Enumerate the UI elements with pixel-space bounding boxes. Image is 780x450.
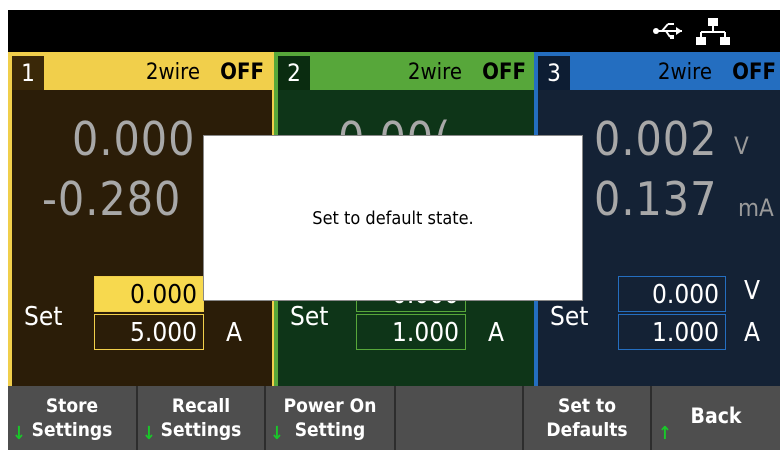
lan-icon: [696, 18, 730, 45]
current-setpoint[interactable]: 1.000: [618, 314, 726, 350]
current-unit: A: [744, 318, 760, 348]
sense-mode: 2wire: [407, 60, 462, 85]
submenu-arrow-icon: ↓: [270, 423, 284, 444]
softkey-line2: Settings: [160, 419, 242, 441]
softkey-line2: Defaults: [546, 419, 628, 441]
channel-number: 1: [12, 56, 44, 90]
submenu-arrow-icon: ↓: [12, 423, 26, 444]
voltage-setpoint[interactable]: 0.000: [94, 276, 204, 312]
back-softkey[interactable]: Back ↑: [652, 386, 780, 450]
measured-voltage: 0.002: [594, 112, 718, 166]
message-dialog: Set to default state.: [203, 135, 583, 301]
measured-voltage-unit: V: [734, 132, 749, 160]
softkey-bar: Store Settings ↓ Recall Settings ↓ Power…: [8, 386, 780, 450]
softkey-line2: Setting: [294, 419, 366, 441]
channel-1-header: 1 2wire OFF: [12, 56, 272, 90]
set-to-defaults-softkey[interactable]: Set to Defaults: [524, 386, 652, 450]
softkey-line1: Set to: [558, 395, 616, 417]
empty-softkey[interactable]: [396, 386, 524, 450]
set-label: Set: [550, 302, 589, 332]
channel-3-header: 3 2wire OFF: [538, 56, 780, 90]
softkey-line1: Store: [45, 395, 99, 417]
sense-mode: 2wire: [657, 60, 712, 85]
current-setpoint[interactable]: 5.000: [94, 314, 204, 350]
measured-voltage: 0.000: [72, 112, 196, 166]
output-state: OFF: [482, 60, 526, 85]
voltage-unit: V: [744, 276, 760, 306]
usb-icon: [653, 23, 682, 39]
instrument-screen: 1 2wire OFF 0.000 -0.280 Set 0.000 5.000…: [8, 10, 780, 450]
back-arrow-icon: ↑: [658, 423, 672, 444]
channel-number: 3: [538, 56, 570, 90]
measured-current-unit: mA: [738, 194, 774, 222]
submenu-arrow-icon: ↓: [142, 423, 156, 444]
output-state: OFF: [220, 60, 264, 85]
channel-2-header: 2 2wire OFF: [278, 56, 534, 90]
set-label: Set: [290, 302, 329, 332]
measured-current: 0.137: [594, 172, 718, 226]
status-bar: [8, 10, 780, 52]
sense-mode: 2wire: [145, 60, 200, 85]
recall-settings-softkey[interactable]: Recall Settings ↓: [138, 386, 266, 450]
output-state: OFF: [732, 60, 776, 85]
set-label: Set: [24, 302, 63, 332]
current-unit: A: [226, 318, 242, 348]
softkey-line1: Recall: [171, 395, 231, 417]
softkey-line2: Settings: [31, 419, 113, 441]
dialog-message: Set to default state.: [312, 208, 474, 229]
current-setpoint[interactable]: 1.000: [356, 314, 466, 350]
softkey-line1: Power On: [283, 395, 377, 417]
current-unit: A: [488, 318, 504, 348]
power-on-setting-softkey[interactable]: Power On Setting ↓: [266, 386, 396, 450]
store-settings-softkey[interactable]: Store Settings ↓: [8, 386, 138, 450]
channel-number: 2: [278, 56, 310, 90]
measured-current: -0.280: [42, 172, 182, 226]
voltage-setpoint[interactable]: 0.000: [618, 276, 726, 312]
